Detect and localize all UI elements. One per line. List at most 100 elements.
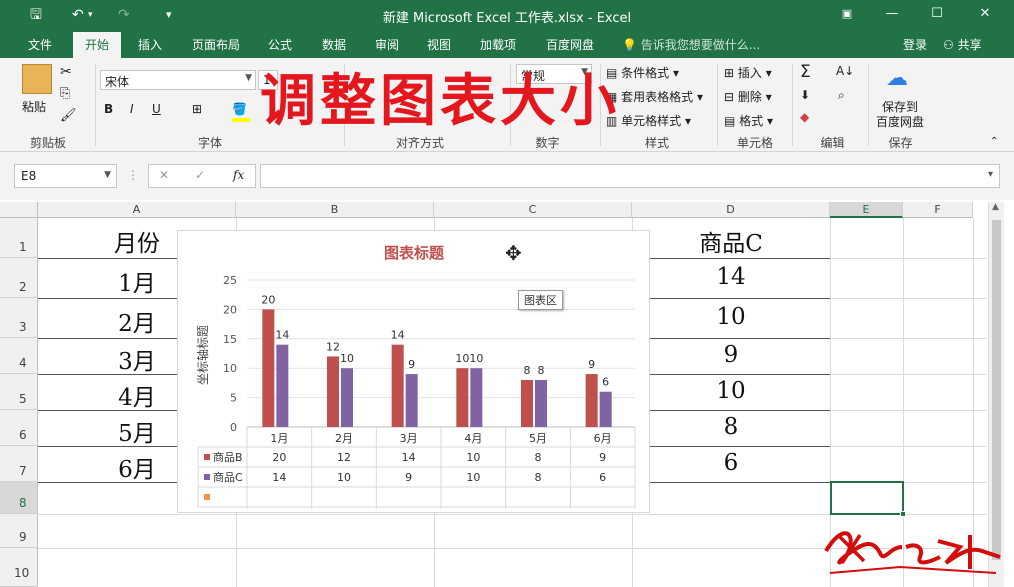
underline-button[interactable]: U [152,102,161,116]
chart-title[interactable]: 图表标题 [384,244,445,262]
scroll-up-icon[interactable]: ▲ [992,202,999,212]
clear-icon[interactable]: ◆ [800,110,809,124]
tab-formulas[interactable]: 公式 [268,36,292,53]
baidu-cloud-icon[interactable]: ☁ [886,66,908,91]
selected-cell-e8[interactable] [830,481,904,515]
column-header-b[interactable]: B [236,202,434,218]
cell-d2[interactable]: 14 [632,264,830,290]
legend-label: 商品B [213,450,243,464]
tab-file[interactable]: 文件 [28,36,52,53]
row-header-3[interactable]: 3 [0,298,38,338]
bold-button[interactable]: B [104,102,113,116]
y-axis-title[interactable]: 坐标轴标题 [195,325,210,385]
table-value: 10 [337,471,351,484]
close-button[interactable]: ✕ [970,4,1000,24]
ribbon-display-icon[interactable]: ▣ [832,4,862,24]
row-header-8[interactable]: 8 [0,482,38,514]
enter-icon[interactable]: ✓ [195,168,205,182]
expand-formula-icon[interactable]: ▾ [988,169,993,180]
column-header-c[interactable]: C [434,202,632,218]
data-label: 9 [408,358,415,371]
scrollbar-thumb[interactable] [992,220,1001,560]
copy-icon[interactable]: ⎘ [60,86,70,101]
bar [327,356,339,427]
column-header-a[interactable]: A [38,202,236,218]
title-bar: 🖫 ↶ ▾ ↷ ▾ 新建 Microsoft Excel 工作表.xlsx - … [0,0,1014,30]
fill-color-swatch [232,118,250,122]
grid-line [830,298,986,299]
x-tick-label: 1月 [270,432,288,445]
cell-d6[interactable]: 8 [632,414,830,440]
editing-group-label: 编辑 [820,136,845,150]
bar [535,379,547,427]
fill-icon[interactable]: ⬇ [800,88,810,102]
tell-me-search[interactable]: 💡 告诉我您想要做什么... [622,36,760,53]
save-to-cloud-label-2[interactable]: 百度网盘 [876,113,924,130]
y-tick-label: 25 [223,274,237,287]
grid-line [830,374,986,375]
tab-insert[interactable]: 插入 [138,36,162,53]
row-header-4[interactable]: 4 [0,338,38,374]
collapse-ribbon-icon[interactable]: ⌃ [990,136,998,147]
cell-d5[interactable]: 10 [632,378,830,404]
paste-button[interactable]: 粘贴 [22,98,46,115]
cell-d4[interactable]: 9 [632,342,830,368]
tab-view[interactable]: 视图 [427,36,451,53]
font-name-select[interactable]: 宋体 ▼ [100,70,256,90]
formula-input[interactable]: ▾ [260,164,1000,188]
cancel-icon[interactable]: ✕ [159,168,169,182]
y-tick-label: 15 [223,333,237,346]
insert-cells-button[interactable]: ⊞ 插入 ▾ [724,64,772,81]
italic-button[interactable]: I [130,102,134,116]
formula-buttons: ✕ ✓ fx [148,164,256,188]
chart-area[interactable]: 图表标题 坐标轴标题 0 5 10 15 20 25 20 14 12 10 14 9 10 10 8 8 9… [177,230,650,513]
bar [262,309,275,427]
insert-function-icon[interactable]: fx [233,168,244,182]
tab-baidu-netdisk[interactable]: 百度网盘 [546,36,594,53]
data-label: 10 [340,352,354,365]
select-all-corner[interactable] [0,202,38,218]
row-header-9[interactable]: 9 [0,514,38,548]
bar [391,344,404,427]
tab-addins[interactable]: 加载项 [480,36,516,53]
find-icon[interactable]: ⌕ [838,88,845,103]
row-header-6[interactable]: 6 [0,410,38,446]
tab-page-layout[interactable]: 页面布局 [192,36,240,53]
format-cells-button[interactable]: ▤ 格式 ▾ [724,112,773,129]
row-header-1[interactable]: 1 [0,218,38,258]
login-link[interactable]: 登录 [903,36,927,53]
tab-home[interactable]: 开始 [73,32,122,58]
save-group-label: 保存 [888,136,913,150]
ribbon-tabs: 文件 开始 插入 页面布局 公式 数据 审阅 视图 加载项 百度网盘 💡 告诉我… [0,30,1014,58]
border-icon[interactable]: ⊞ [192,102,202,116]
lightbulb-icon: 💡 [622,38,637,52]
table-value: 10 [466,471,480,484]
column-chart[interactable]: 图表标题 坐标轴标题 0510152025 20141210149 10 108 8 9… [178,231,651,514]
tab-review[interactable]: 审阅 [375,36,399,53]
share-button[interactable]: ⚇ 共享 [943,36,982,53]
sort-filter-icon[interactable]: A↓ [836,64,854,78]
table-format-button[interactable]: ▦ 套用表格格式 ▾ [606,88,703,105]
minimize-button[interactable]: — [877,4,907,24]
delete-cells-button[interactable]: ⊟ 删除 ▾ [724,88,772,105]
grid-line [830,446,986,447]
format-painter-icon[interactable]: 🖌 [60,108,77,123]
row-header-5[interactable]: 5 [0,374,38,410]
cell-d7[interactable]: 6 [632,450,830,476]
cell-d3[interactable]: 10 [632,304,830,330]
name-box[interactable]: E8 ▼ [14,164,117,188]
paste-icon[interactable] [22,64,52,94]
column-header-e[interactable]: E [830,202,903,218]
row-header-2[interactable]: 2 [0,258,38,298]
autosum-icon[interactable]: Σ [800,62,811,82]
cells-group-label: 单元格 [736,136,773,150]
column-header-f[interactable]: F [903,202,973,218]
row-header-7[interactable]: 7 [0,446,38,482]
fill-color-icon[interactable]: 🪣 [232,102,247,116]
maximize-button[interactable]: ☐ [922,4,952,24]
row-header-10[interactable]: 10 [0,548,38,587]
cut-icon[interactable]: ✂ [60,64,72,80]
tab-data[interactable]: 数据 [322,36,346,53]
column-header-d[interactable]: D [632,202,830,218]
cell-d1[interactable]: 商品C [632,224,830,258]
